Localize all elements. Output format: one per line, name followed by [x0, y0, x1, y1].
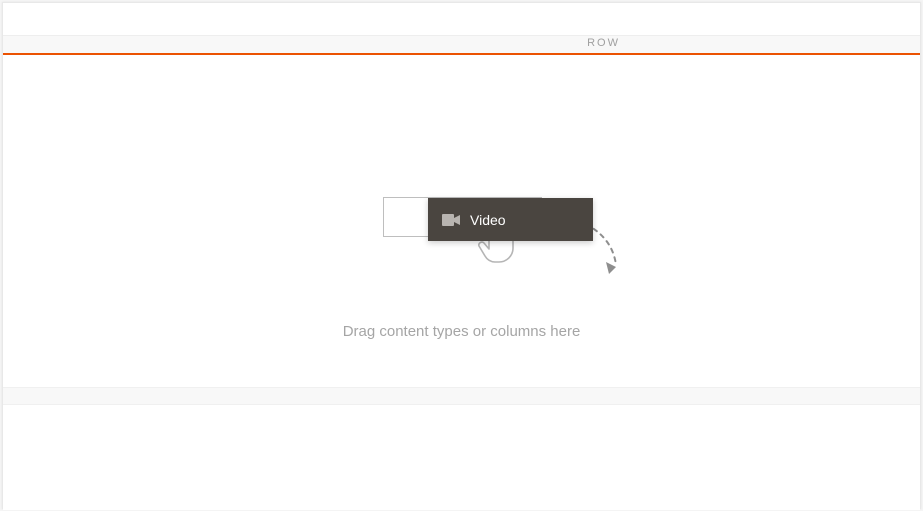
page-builder-canvas: ROW Video [2, 2, 921, 509]
drop-area[interactable]: Video Drag content types or columns here [3, 55, 920, 387]
drop-instructions: Drag content types or columns here [3, 323, 920, 340]
video-icon [442, 213, 460, 227]
row-label: ROW [587, 37, 620, 49]
row-tab-bar: ROW [3, 35, 920, 53]
video-content-chip[interactable]: Video [428, 198, 593, 241]
header-spacer [3, 3, 920, 35]
drag-chip-label: Video [470, 212, 506, 228]
footer-area [3, 405, 920, 510]
lower-gap [3, 387, 920, 405]
